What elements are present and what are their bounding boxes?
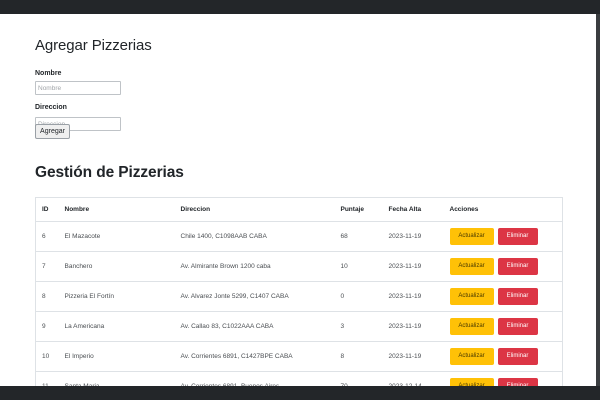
cell-acciones: Actualizar Eliminar [443,341,563,372]
table-title: Gestión de Pizzerias [35,164,184,181]
cell-fecha-alta: 2023-11-19 [382,281,444,312]
table-row: 8 Pizzeria El Fortín Av. Alvarez Jonte 5… [35,281,563,312]
cell-nombre: El Mazacote [58,221,175,252]
table-header-row: ID Nombre Direccion Puntaje Fecha Alta A… [35,197,563,222]
cell-acciones: Actualizar Eliminar [443,221,563,252]
cell-id: 10 [35,341,59,372]
cell-puntaje: 3 [334,311,383,342]
cell-fecha-alta: 2023-11-19 [382,341,444,372]
nombre-input[interactable] [35,81,121,95]
cell-fecha-alta: 2023-11-19 [382,311,444,342]
cell-nombre: La Americana [58,311,175,342]
table-row: 9 La Americana Av. Callao 83, C1022AAA C… [35,311,563,342]
cell-nombre: Pizzeria El Fortín [58,281,175,312]
header-nombre: Nombre [58,197,175,222]
cell-acciones: Actualizar Eliminar [443,251,563,282]
header-fecha-alta: Fecha Alta [382,197,444,222]
cell-id: 9 [35,311,59,342]
cell-id: 7 [35,251,59,282]
actualizar-button[interactable]: Actualizar [449,348,494,365]
table-row: 6 El Mazacote Chile 1400, C1098AAB CABA … [35,221,563,252]
cell-acciones: Actualizar Eliminar [443,371,563,386]
cell-id: 6 [35,221,59,252]
table-row: 7 Banchero Av. Almirante Brown 1200 caba… [35,251,563,282]
cell-puntaje: 8 [334,341,383,372]
eliminar-button[interactable]: Eliminar [497,378,538,386]
cell-fecha-alta: 2023-11-19 [382,251,444,282]
nombre-label: Nombre [35,70,62,77]
window-scrollbar[interactable] [596,14,600,386]
cell-id: 8 [35,281,59,312]
actualizar-button[interactable]: Actualizar [449,258,494,275]
header-acciones: Acciones [443,197,563,222]
actualizar-button[interactable]: Actualizar [449,288,494,305]
header-puntaje: Puntaje [334,197,383,222]
agregar-button[interactable]: Agregar [35,124,70,139]
cell-direccion: Av. Corrientes 6891, Buenos Aires [174,371,335,386]
cell-nombre: El Imperio [58,341,175,372]
table-row: 11 Santa Maria Av. Corrientes 6891, Buen… [35,371,563,386]
form-title: Agregar Pizzerias [35,37,152,54]
actualizar-button[interactable]: Actualizar [449,378,494,386]
cell-direccion: Av. Callao 83, C1022AAA CABA [174,311,335,342]
cell-id: 11 [35,371,59,386]
header-direccion: Direccion [174,197,335,222]
eliminar-button[interactable]: Eliminar [497,318,538,335]
cell-puntaje: 68 [334,221,383,252]
cell-acciones: Actualizar Eliminar [443,281,563,312]
cell-direccion: Av. Corrientes 6891, C1427BPE CABA [174,341,335,372]
cell-direccion: Chile 1400, C1098AAB CABA [174,221,335,252]
eliminar-button[interactable]: Eliminar [497,228,538,245]
cell-acciones: Actualizar Eliminar [443,311,563,342]
direccion-label: Direccion [35,104,67,111]
pizzerias-table: ID Nombre Direccion Puntaje Fecha Alta A… [35,197,563,386]
cell-nombre: Banchero [58,251,175,282]
cell-puntaje: 10 [334,251,383,282]
actualizar-button[interactable]: Actualizar [449,228,494,245]
eliminar-button[interactable]: Eliminar [497,288,538,305]
header-id: ID [35,197,59,222]
cell-nombre: Santa Maria [58,371,175,386]
browser-viewport: Agregar Pizzerias Nombre Direccion Agreg… [0,14,596,386]
cell-direccion: Av. Alvarez Jonte 5299, C1407 CABA [174,281,335,312]
eliminar-button[interactable]: Eliminar [497,348,538,365]
cell-fecha-alta: 2023-12-14 [382,371,444,386]
eliminar-button[interactable]: Eliminar [497,258,538,275]
cell-puntaje: 70 [334,371,383,386]
cell-direccion: Av. Almirante Brown 1200 caba [174,251,335,282]
cell-puntaje: 0 [334,281,383,312]
cell-fecha-alta: 2023-11-19 [382,221,444,252]
actualizar-button[interactable]: Actualizar [449,318,494,335]
table-row: 10 El Imperio Av. Corrientes 6891, C1427… [35,341,563,372]
